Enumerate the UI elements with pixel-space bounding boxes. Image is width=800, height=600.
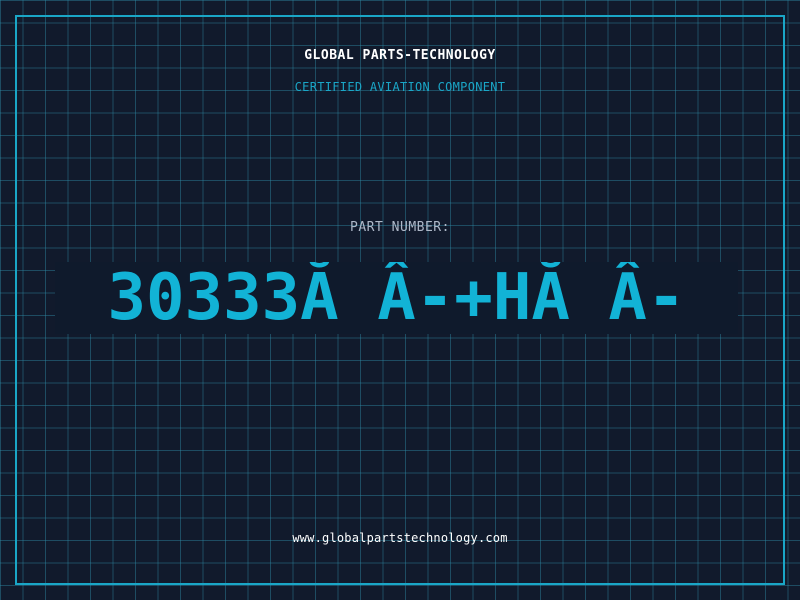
part-number-value: 30333Ă Â-+HĂ Â- — [107, 262, 686, 334]
blueprint-canvas: GLOBAL PARTS-TECHNOLOGY CERTIFIED AVIATI… — [0, 0, 800, 600]
company-title: GLOBAL PARTS-TECHNOLOGY — [304, 48, 496, 63]
part-number-label: PART NUMBER: — [350, 220, 450, 235]
certification-subtitle: CERTIFIED AVIATION COMPONENT — [294, 80, 506, 94]
part-number-panel: 30333Ă Â-+HĂ Â- — [55, 262, 738, 334]
website-url: www.globalpartstechnology.com — [292, 531, 508, 545]
